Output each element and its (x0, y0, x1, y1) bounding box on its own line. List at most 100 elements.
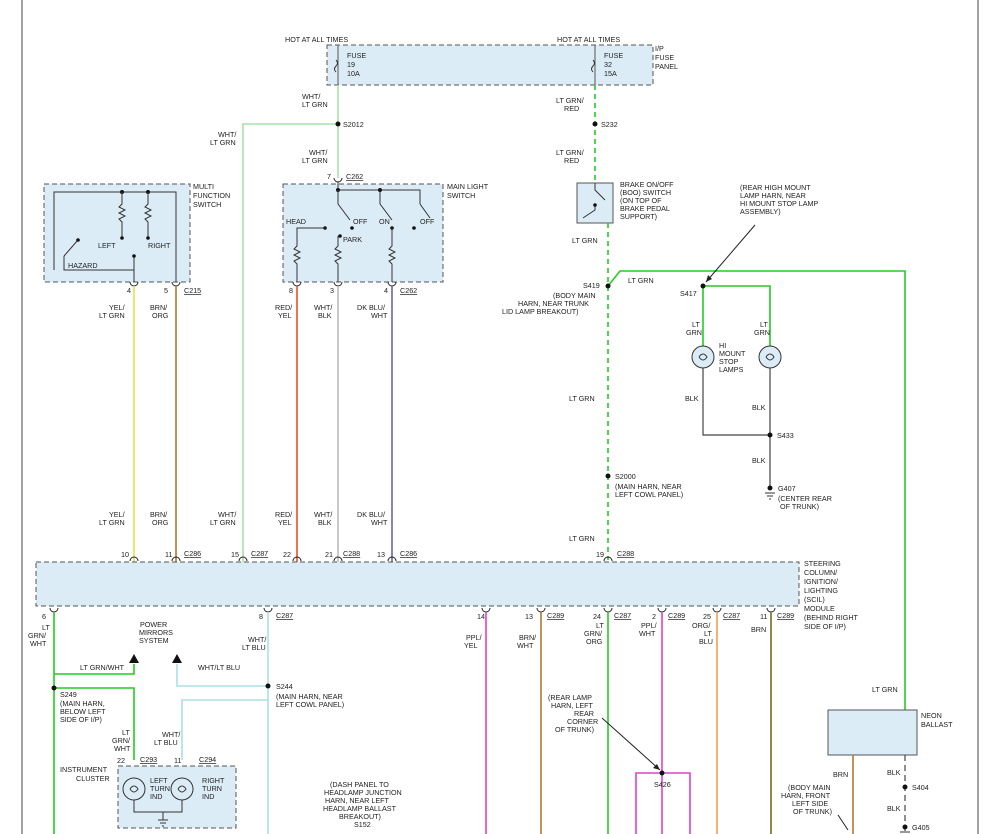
label-s419: S419 (583, 281, 600, 290)
label-lt-grn-wht-2: LT GRN/WHT (112, 728, 131, 753)
ground-g407-point (767, 485, 773, 491)
label-dkblu-wht-2: DK BLU/WHT (357, 510, 388, 527)
label-red-yel-2: RED/YEL (275, 510, 292, 527)
rear-lamp-label: (REAR LAMP HARN, LEFT REAR CORNER OF TRUNK) (548, 693, 598, 734)
c262-connector-top (333, 177, 343, 183)
label-s433: S433 (777, 431, 794, 440)
label-yel-ltgrn-2: YEL/LT GRN (99, 510, 125, 527)
wiring-diagram: HOT AT ALL TIMES HOT AT ALL TIMES FUSE 19… (21, 0, 979, 834)
scil-pin-6: 6 (42, 612, 46, 621)
label-brn-wht: BRN/WHT (517, 633, 536, 650)
label-s2012: S2012 (343, 120, 364, 129)
scil-pin-2: 2 (652, 612, 656, 621)
label-s426: S426 (654, 780, 671, 789)
label-off-1: OFF (353, 217, 368, 226)
label-wht-ltgrn-4: WHT/LT GRN (210, 510, 236, 527)
power-mirrors-label: POWER MIRRORS SYSTEM (139, 620, 173, 645)
hazard-contact (76, 238, 80, 242)
connector-c289b: C289 (668, 611, 685, 620)
label-lt-grn-wht-1: LT GRN/WHT (28, 623, 50, 648)
label-blk-1: BLK (685, 394, 699, 403)
lamp-lt-grn-2: LT GRN (754, 320, 770, 337)
label-wht-ltgrn-3: WHT/LT GRN (302, 148, 328, 165)
label-wht-ltblu-2: WHT/LT BLU (154, 730, 180, 747)
label-ltgrn-red-1: LT GRN/RED (556, 96, 584, 113)
instrument-cluster-label: INSTRUMENT CLUSTER (60, 765, 110, 783)
scil-top-connector-symbols (129, 556, 613, 562)
scil-pin-15: 15 (231, 550, 239, 559)
scil-pin-11: 11 (165, 550, 172, 559)
c215-connector-symbols (129, 281, 181, 287)
label-brn-org-2: BRN/ORG (150, 510, 169, 527)
splice-s419 (605, 283, 611, 289)
neon-ballast-label: NEON BALLAST (921, 711, 953, 729)
connector-c289c: C289 (777, 611, 794, 620)
label-s417: S417 (680, 289, 697, 298)
label-off-2: OFF (420, 217, 435, 226)
splice-s249 (51, 685, 57, 691)
g407-description: (CENTER REAR OF TRUNK) (778, 494, 832, 511)
wire-lt-grn-hmsl-right (703, 285, 771, 346)
left-turn-indicator (122, 777, 146, 801)
label-red-yel-1: RED/YEL (275, 303, 292, 320)
label-s404: S404 (912, 783, 929, 792)
splice-s417 (700, 283, 706, 289)
connector-c215: C215 (184, 286, 201, 295)
splice-s2000 (605, 473, 611, 479)
rear-high-mount-label: (REAR HIGH MOUNT LAMP HARN, NEAR HI MOUNT … (740, 183, 818, 216)
label-head: HEAD (286, 217, 306, 226)
label-wht-ltgrn-2: WHT/LT GRN (210, 130, 236, 147)
off-contact-2 (412, 226, 416, 230)
label-blk-4: BLK (887, 768, 901, 777)
c262-connector-symbols (292, 281, 397, 287)
wire-wht-ltblu-cluster (181, 699, 268, 760)
connector-c289a: C289 (547, 611, 564, 620)
connector-c287a: C287 (251, 549, 268, 558)
label-ppl-yel: PPL/YEL (464, 633, 482, 650)
rear-lamp-pointer (601, 717, 661, 771)
park-contact (338, 234, 342, 238)
label-on: ON (379, 217, 390, 226)
connector-c287d: C287 (723, 611, 740, 620)
connector-c293: C293 (140, 755, 157, 764)
pin-4a: 4 (127, 286, 131, 295)
splice-s433 (767, 432, 773, 438)
body-main-pointer (837, 814, 849, 831)
splice-s2012 (335, 121, 341, 127)
scil-pin-8b: 8 (259, 612, 263, 621)
connector-c294: C294 (199, 755, 216, 764)
hi-mount-lamp-1 (691, 345, 715, 369)
scil-pin-24: 24 (593, 612, 601, 621)
pin-4b: 4 (384, 286, 388, 295)
label-blk-5: BLK (887, 804, 901, 813)
multi-switch-node-3 (132, 254, 136, 258)
s249-description: (MAIN HARN, BELOW LEFT SIDE OF I/P) (60, 699, 106, 724)
label-park: PARK (343, 235, 362, 244)
boo-contact (593, 203, 597, 207)
label-g405: G405 (912, 823, 930, 832)
cluster-pin-22: 22 (117, 756, 125, 765)
right-contact (146, 236, 150, 240)
hot-at-all-times-2: HOT AT ALL TIMES (557, 35, 620, 44)
label-lt-grn-5: LT GRN (872, 685, 898, 694)
pin-8: 8 (289, 286, 293, 295)
label-lt-grn-1: LT GRN (572, 236, 598, 245)
splice-s244 (265, 683, 271, 689)
label-ltgrn-wht-horizontal: LT GRN/WHT (80, 663, 125, 672)
label-left: LEFT (98, 241, 116, 250)
connector-c262a: C262 (346, 172, 363, 181)
splice-s404 (902, 784, 908, 790)
label-ltgrn-red-2: LT GRN/RED (556, 148, 584, 165)
label-s244: S244 (276, 682, 293, 691)
pin-3: 3 (330, 286, 334, 295)
label-lt-grn-3: LT GRN (569, 394, 595, 403)
label-yel-ltgrn-1: YEL/LT GRN (99, 303, 125, 320)
connector-c286a: C286 (184, 549, 201, 558)
off-contact-1 (350, 226, 354, 230)
s244-description: (MAIN HARN, NEAR LEFT COWL PANEL) (276, 692, 344, 709)
label-s249: S249 (60, 690, 77, 699)
hot-at-all-times-1: HOT AT ALL TIMES (285, 35, 348, 44)
connector-c288: C288 (343, 549, 360, 558)
connector-c287b: C287 (276, 611, 293, 620)
right-turn-indicator (170, 777, 194, 801)
